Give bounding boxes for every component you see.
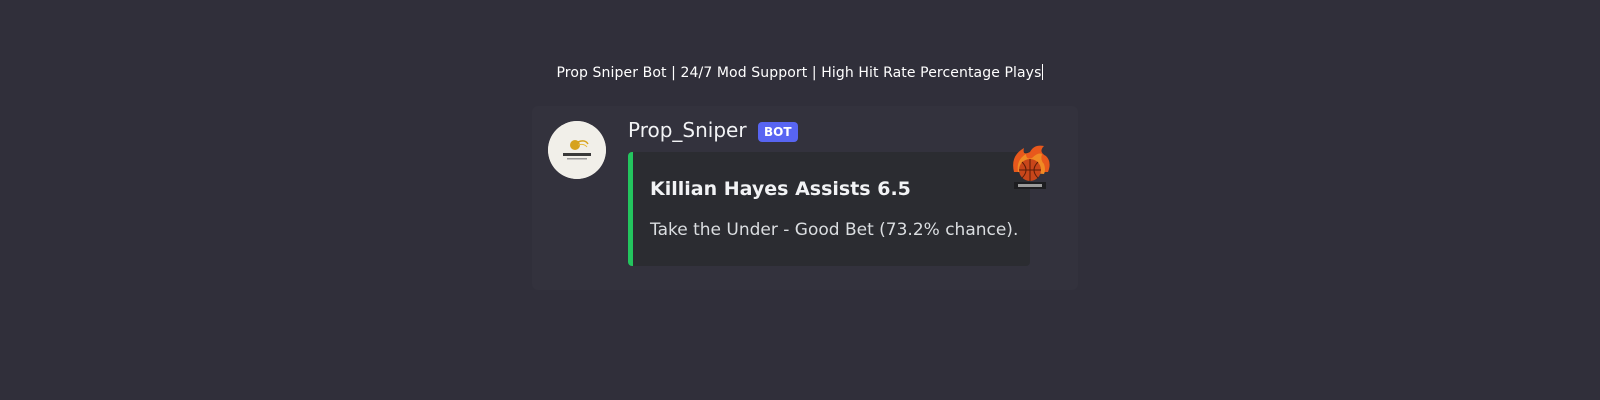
tagline-text: Prop Sniper Bot | 24/7 Mod Support | Hig…	[556, 65, 1042, 81]
embed-accent-bar	[628, 152, 633, 266]
bet-buddy-logo-icon	[548, 121, 606, 179]
avatar[interactable]	[548, 121, 606, 179]
embed-description: Take the Under - Good Bet (73.2% chance)…	[650, 220, 1019, 240]
embed-title: Killian Hayes Assists 6.5	[650, 178, 911, 200]
bot-badge: BOT	[758, 122, 798, 142]
text-caret	[1042, 64, 1044, 80]
username[interactable]: Prop_Sniper	[628, 118, 747, 142]
tagline: Prop Sniper Bot | 24/7 Mod Support | Hig…	[0, 64, 1600, 81]
embed-card: Killian Hayes Assists 6.5 Take the Under…	[628, 152, 1030, 266]
bot-message: Prop_Sniper BOT Killian Hayes Assists 6.…	[532, 106, 1078, 290]
flaming-basketball-icon[interactable]	[1000, 142, 1060, 190]
screen: Prop Sniper Bot | 24/7 Mod Support | Hig…	[0, 0, 1600, 400]
